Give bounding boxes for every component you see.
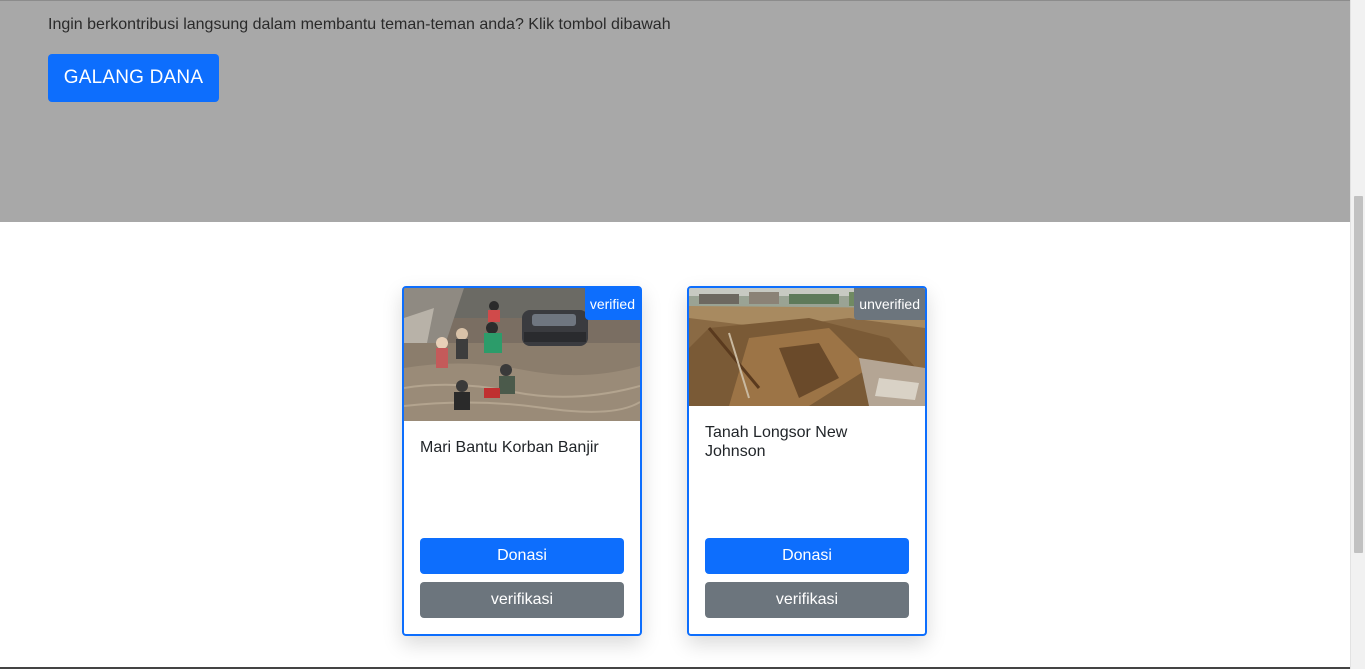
flood-photo: verified bbox=[404, 288, 640, 421]
donate-button[interactable]: Donasi bbox=[705, 538, 909, 574]
campaign-card: unverified Tanah Longsor New Johnson Don… bbox=[687, 286, 927, 636]
donate-button[interactable]: Donasi bbox=[420, 538, 624, 574]
vertical-scrollbar[interactable] bbox=[1350, 0, 1365, 669]
verify-button[interactable]: verifikasi bbox=[705, 582, 909, 618]
verify-button[interactable]: verifikasi bbox=[420, 582, 624, 618]
campaign-title: Mari Bantu Korban Banjir bbox=[420, 439, 599, 456]
campaign-title: Tanah Longsor New Johnson bbox=[705, 424, 848, 460]
hero-text: Ingin berkontribusi langsung dalam memba… bbox=[48, 16, 671, 33]
status-badge: unverified bbox=[854, 288, 925, 320]
scrollbar-thumb[interactable] bbox=[1354, 196, 1363, 553]
galang-dana-button[interactable]: GALANG DANA bbox=[48, 54, 219, 102]
hero-section: Ingin berkontribusi langsung dalam memba… bbox=[0, 0, 1350, 222]
status-badge: verified bbox=[584, 288, 640, 320]
campaign-card: verified Mari Bantu Korban Banjir Donasi… bbox=[402, 286, 642, 636]
landslide-photo: unverified bbox=[689, 288, 925, 406]
